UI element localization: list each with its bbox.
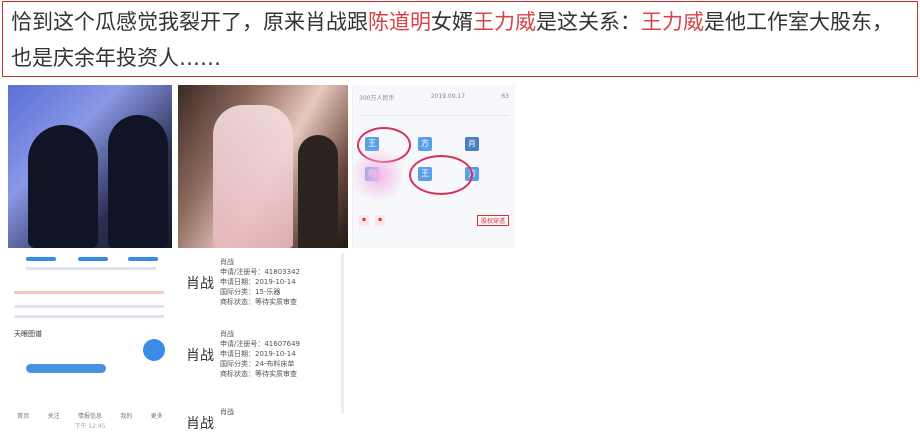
trademark-title: 肖战	[220, 258, 234, 266]
info-pill[interactable]	[26, 364, 106, 373]
person-figure	[28, 125, 98, 248]
concert-photo[interactable]	[8, 85, 172, 248]
equity-chart-screenshot[interactable]: 300万人民币 2019.09.17 63 王 方 肖 向 王 方 ▪ ▪ 股权…	[352, 85, 515, 248]
node-icon: 肖	[465, 137, 479, 151]
nav-more[interactable]: 更多	[151, 411, 163, 420]
trademark-list-screenshot[interactable]: 肖战 肖战 申请/注册号：41803342 申请日期：2019-10-14 国际…	[178, 253, 348, 430]
trademark-info: 肖战 申请/注册号：41803342 申请日期：2019-10-14 国际分类：…	[220, 257, 300, 307]
person-figure	[108, 115, 168, 248]
reg-no: 申请/注册号：41607649	[220, 340, 300, 348]
pink-dress-figure	[213, 105, 293, 248]
apply-date: 申请日期：2019-10-14	[220, 278, 296, 286]
text-line	[14, 291, 164, 294]
pink-overlay	[353, 145, 403, 205]
trademark-info: 肖战	[220, 407, 234, 417]
trademark-name: 肖战	[186, 276, 214, 292]
class: 国际分类：24-布料床单	[220, 360, 295, 368]
seg-7: 也是庆余年投资人……	[11, 46, 221, 70]
text-line	[26, 267, 156, 270]
seg-4: 是这关系：	[536, 10, 641, 34]
trademark-title: 肖战	[220, 408, 234, 416]
seg-6: 是他工作室大股东，	[704, 10, 893, 34]
blue-bar	[78, 257, 108, 261]
score-value: 63	[501, 93, 509, 100]
tag-badge: ▪	[375, 215, 386, 226]
person-figure	[298, 135, 338, 248]
app-screenshot[interactable]: 天眼图谱 首页 关注 情报信息 我的 更多 下午 12:45	[8, 253, 172, 430]
capital-value: 300万人民币	[359, 95, 395, 102]
image-grid: 300万人民币 2019.09.17 63 王 方 肖 向 王 方 ▪ ▪ 股权…	[8, 85, 515, 430]
trademark-name: 肖战	[186, 416, 214, 430]
floating-button[interactable]	[143, 339, 165, 361]
status-time: 下午 12:45	[74, 423, 106, 430]
section-title: 天眼图谱	[14, 330, 42, 338]
text-line	[14, 305, 164, 308]
class: 国际分类：15-乐器	[220, 288, 281, 296]
tag-badge: ▪	[359, 215, 370, 226]
nav-follow[interactable]: 关注	[48, 411, 60, 420]
date-value: 2019.09.17	[430, 93, 466, 100]
text-line	[14, 315, 164, 318]
article-text-box: 恰到这个瓜感觉我裂开了，原来肖战跟陈道明女婿王力威是这关系：王力威是他工作室大股…	[2, 1, 918, 77]
status: 商标状态：等待实质审查	[220, 370, 297, 378]
highlight-circle	[409, 155, 473, 195]
nav-mine[interactable]: 我的	[120, 411, 132, 420]
name-wang-liwei: 王力威	[473, 10, 536, 34]
nav-intel[interactable]: 情报信息	[78, 411, 102, 420]
name-chen-daoming: 陈道明	[368, 10, 431, 34]
blue-bar	[26, 257, 56, 261]
node-icon: 方	[418, 137, 432, 151]
scrollbar[interactable]	[341, 253, 344, 413]
dress-photo[interactable]	[178, 85, 348, 248]
trademark-title: 肖战	[220, 330, 234, 338]
reg-no: 申请/注册号：41803342	[220, 268, 300, 276]
name-wang-liwei-2: 王力威	[641, 10, 704, 34]
seg-2: 女婿	[431, 10, 473, 34]
nav-home[interactable]: 首页	[17, 411, 29, 420]
trademark-name: 肖战	[186, 348, 214, 364]
apply-date: 申请日期：2019-10-14	[220, 350, 296, 358]
blue-bar	[128, 257, 158, 261]
equity-button[interactable]: 股权穿透	[476, 215, 509, 226]
seg-0: 恰到这个瓜感觉我裂开了，原来肖战跟	[11, 10, 368, 34]
status: 商标状态：等待实质审查	[220, 298, 297, 306]
trademark-info: 肖战 申请/注册号：41607649 申请日期：2019-10-14 国际分类：…	[220, 329, 300, 379]
bottom-nav: 首页 关注 情报信息 我的 更多	[8, 411, 172, 420]
